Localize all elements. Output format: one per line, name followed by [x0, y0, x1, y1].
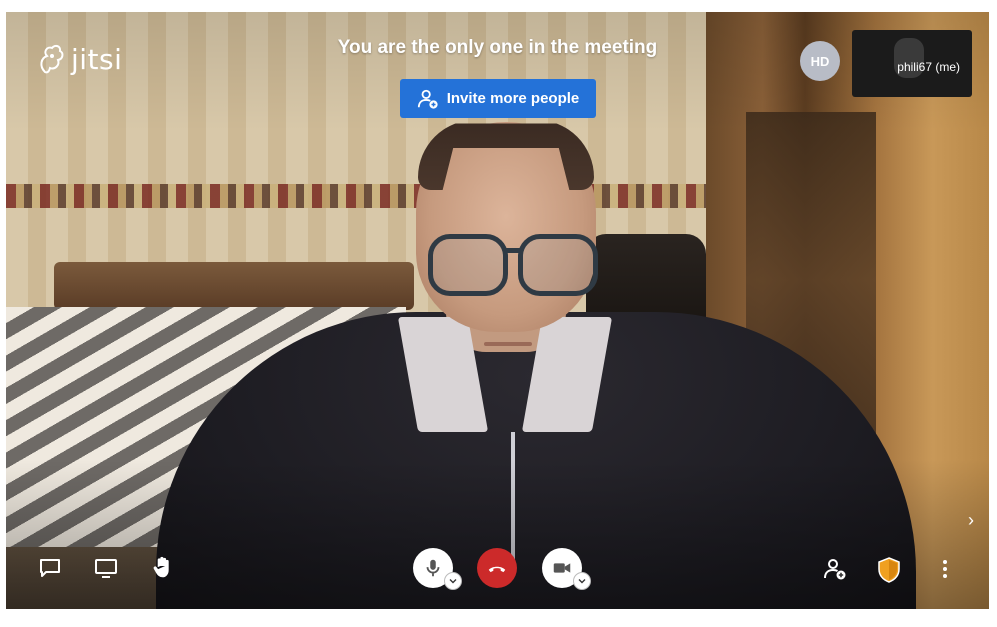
- add-person-icon: [417, 89, 438, 109]
- chevron-down-icon: [578, 579, 586, 584]
- invite-icon: [824, 559, 846, 580]
- self-name-label: phili67 (me): [897, 60, 960, 74]
- participant-avatar[interactable]: HD: [800, 41, 840, 81]
- filmstrip-toggle-icon[interactable]: ›: [968, 510, 974, 531]
- microphone-icon: [426, 559, 440, 577]
- only-one-notice: You are the only one in the meeting: [337, 37, 658, 58]
- invite-people-button[interactable]: [823, 557, 847, 581]
- raise-hand-button[interactable]: [151, 555, 175, 579]
- invite-more-people-button[interactable]: Invite more people: [400, 79, 596, 118]
- chat-icon: [40, 559, 60, 577]
- hangup-icon: [488, 566, 506, 573]
- more-options-button[interactable]: [933, 557, 957, 581]
- security-shield-icon[interactable]: [878, 557, 900, 583]
- more-options-icon: [943, 560, 947, 578]
- camera-options-button[interactable]: [573, 572, 591, 590]
- chat-button[interactable]: [38, 556, 62, 580]
- self-video-thumbnail[interactable]: phili67 (me): [852, 30, 972, 97]
- hangup-button[interactable]: [477, 548, 517, 588]
- screenshare-icon: [95, 559, 117, 578]
- invite-button-label: Invite more people: [446, 90, 580, 107]
- raise-hand-icon: [153, 556, 169, 578]
- screenshare-button[interactable]: [94, 556, 118, 580]
- video-stage: jitsi You are the only one in the meetin…: [6, 12, 989, 609]
- camera-icon: [553, 563, 571, 573]
- microphone-options-button[interactable]: [444, 572, 462, 590]
- chevron-down-icon: [449, 579, 457, 584]
